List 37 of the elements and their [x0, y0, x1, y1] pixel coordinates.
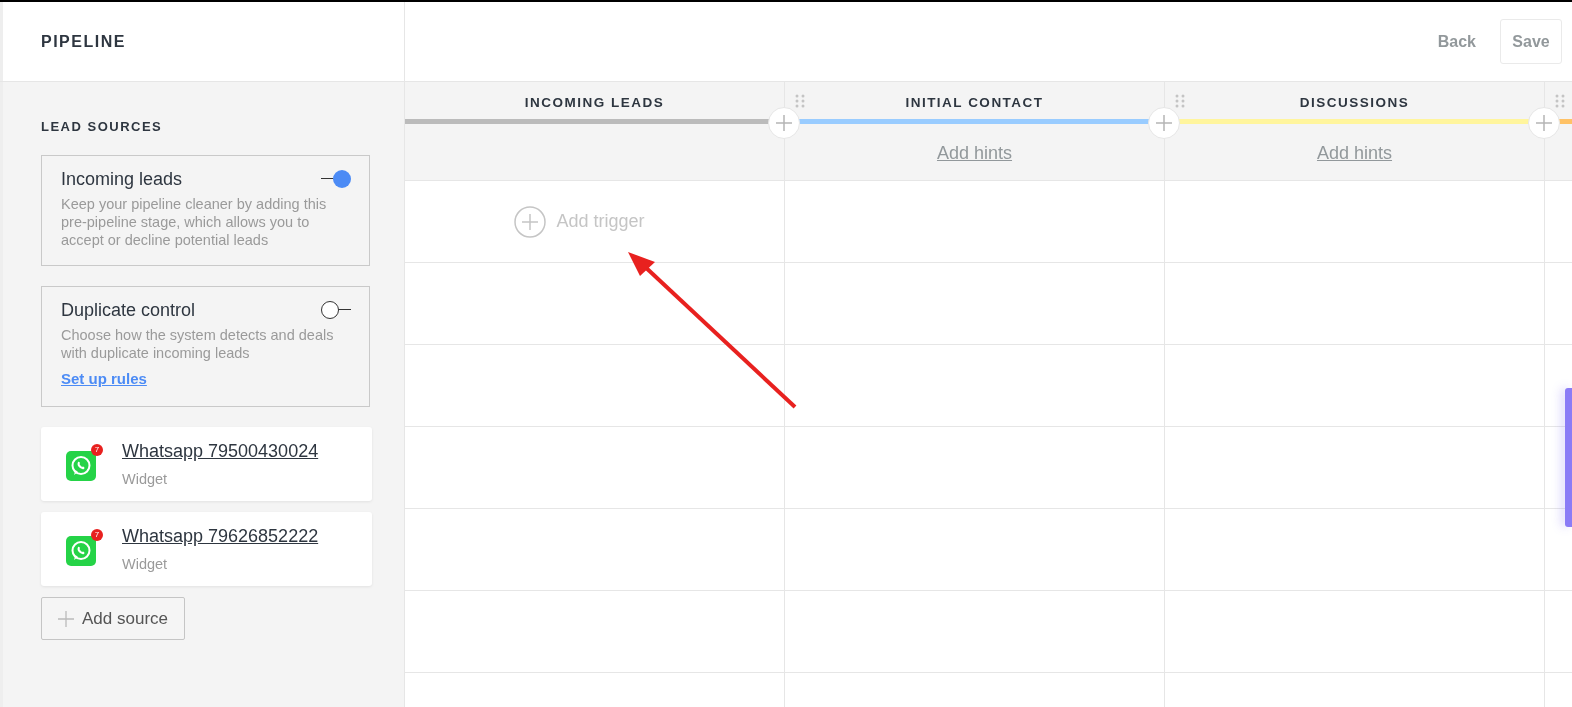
drag-handle-icon[interactable]	[795, 94, 805, 108]
stage-title: INITIAL CONTACT	[905, 94, 1044, 112]
plus-icon	[58, 610, 74, 627]
source-card[interactable]: 7 Whatsapp 79626852222 Widget	[41, 512, 372, 586]
stage-title: INCOMING LEADS	[524, 94, 665, 112]
setting-description: Choose how the system detects and deals with duplicate incoming leads	[61, 325, 335, 362]
side-tab[interactable]	[1565, 388, 1572, 527]
setting-title: Incoming leads	[61, 167, 183, 191]
toggle-switch[interactable]	[321, 301, 351, 319]
add-hints-link[interactable]: Add hints	[936, 140, 1013, 167]
plus-icon	[1155, 114, 1173, 132]
plus-icon	[1535, 114, 1553, 132]
page-title: PIPELINE	[41, 31, 126, 52]
save-button[interactable]: Save	[1500, 19, 1562, 64]
plus-icon	[775, 114, 793, 132]
notification-badge: 7	[91, 444, 103, 456]
whatsapp-icon	[66, 536, 96, 566]
source-type: Widget	[122, 554, 169, 574]
notification-badge: 7	[91, 529, 103, 541]
whatsapp-icon	[66, 451, 96, 481]
stage-title: DISCUSSIONS	[1299, 94, 1410, 112]
add-trigger-button[interactable]: Add trigger	[514, 205, 645, 238]
source-type: Widget	[122, 469, 169, 489]
back-button[interactable]: Back	[1429, 29, 1484, 54]
section-heading: LEAD SOURCES	[41, 118, 164, 136]
set-up-rules-link[interactable]: Set up rules	[61, 367, 147, 390]
setting-description: Keep your pipeline cleaner by adding this pre-pipeline stage, which allows you to accept or decline potential leads	[61, 194, 328, 249]
add-source-button[interactable]: Add source	[41, 597, 185, 640]
plus-circle-icon	[514, 205, 547, 238]
drag-handle-icon[interactable]	[1175, 94, 1185, 108]
toggle-switch[interactable]	[321, 170, 351, 188]
setting-title: Duplicate control	[61, 298, 196, 322]
drag-handle-icon[interactable]	[1555, 94, 1565, 108]
source-card[interactable]: 7 Whatsapp 79500430024 Widget	[41, 427, 372, 501]
add-hints-link[interactable]: Add hints	[1316, 140, 1393, 167]
source-name-link[interactable]: Whatsapp 79500430024	[122, 437, 319, 465]
source-name-link[interactable]: Whatsapp 79626852222	[122, 522, 319, 550]
